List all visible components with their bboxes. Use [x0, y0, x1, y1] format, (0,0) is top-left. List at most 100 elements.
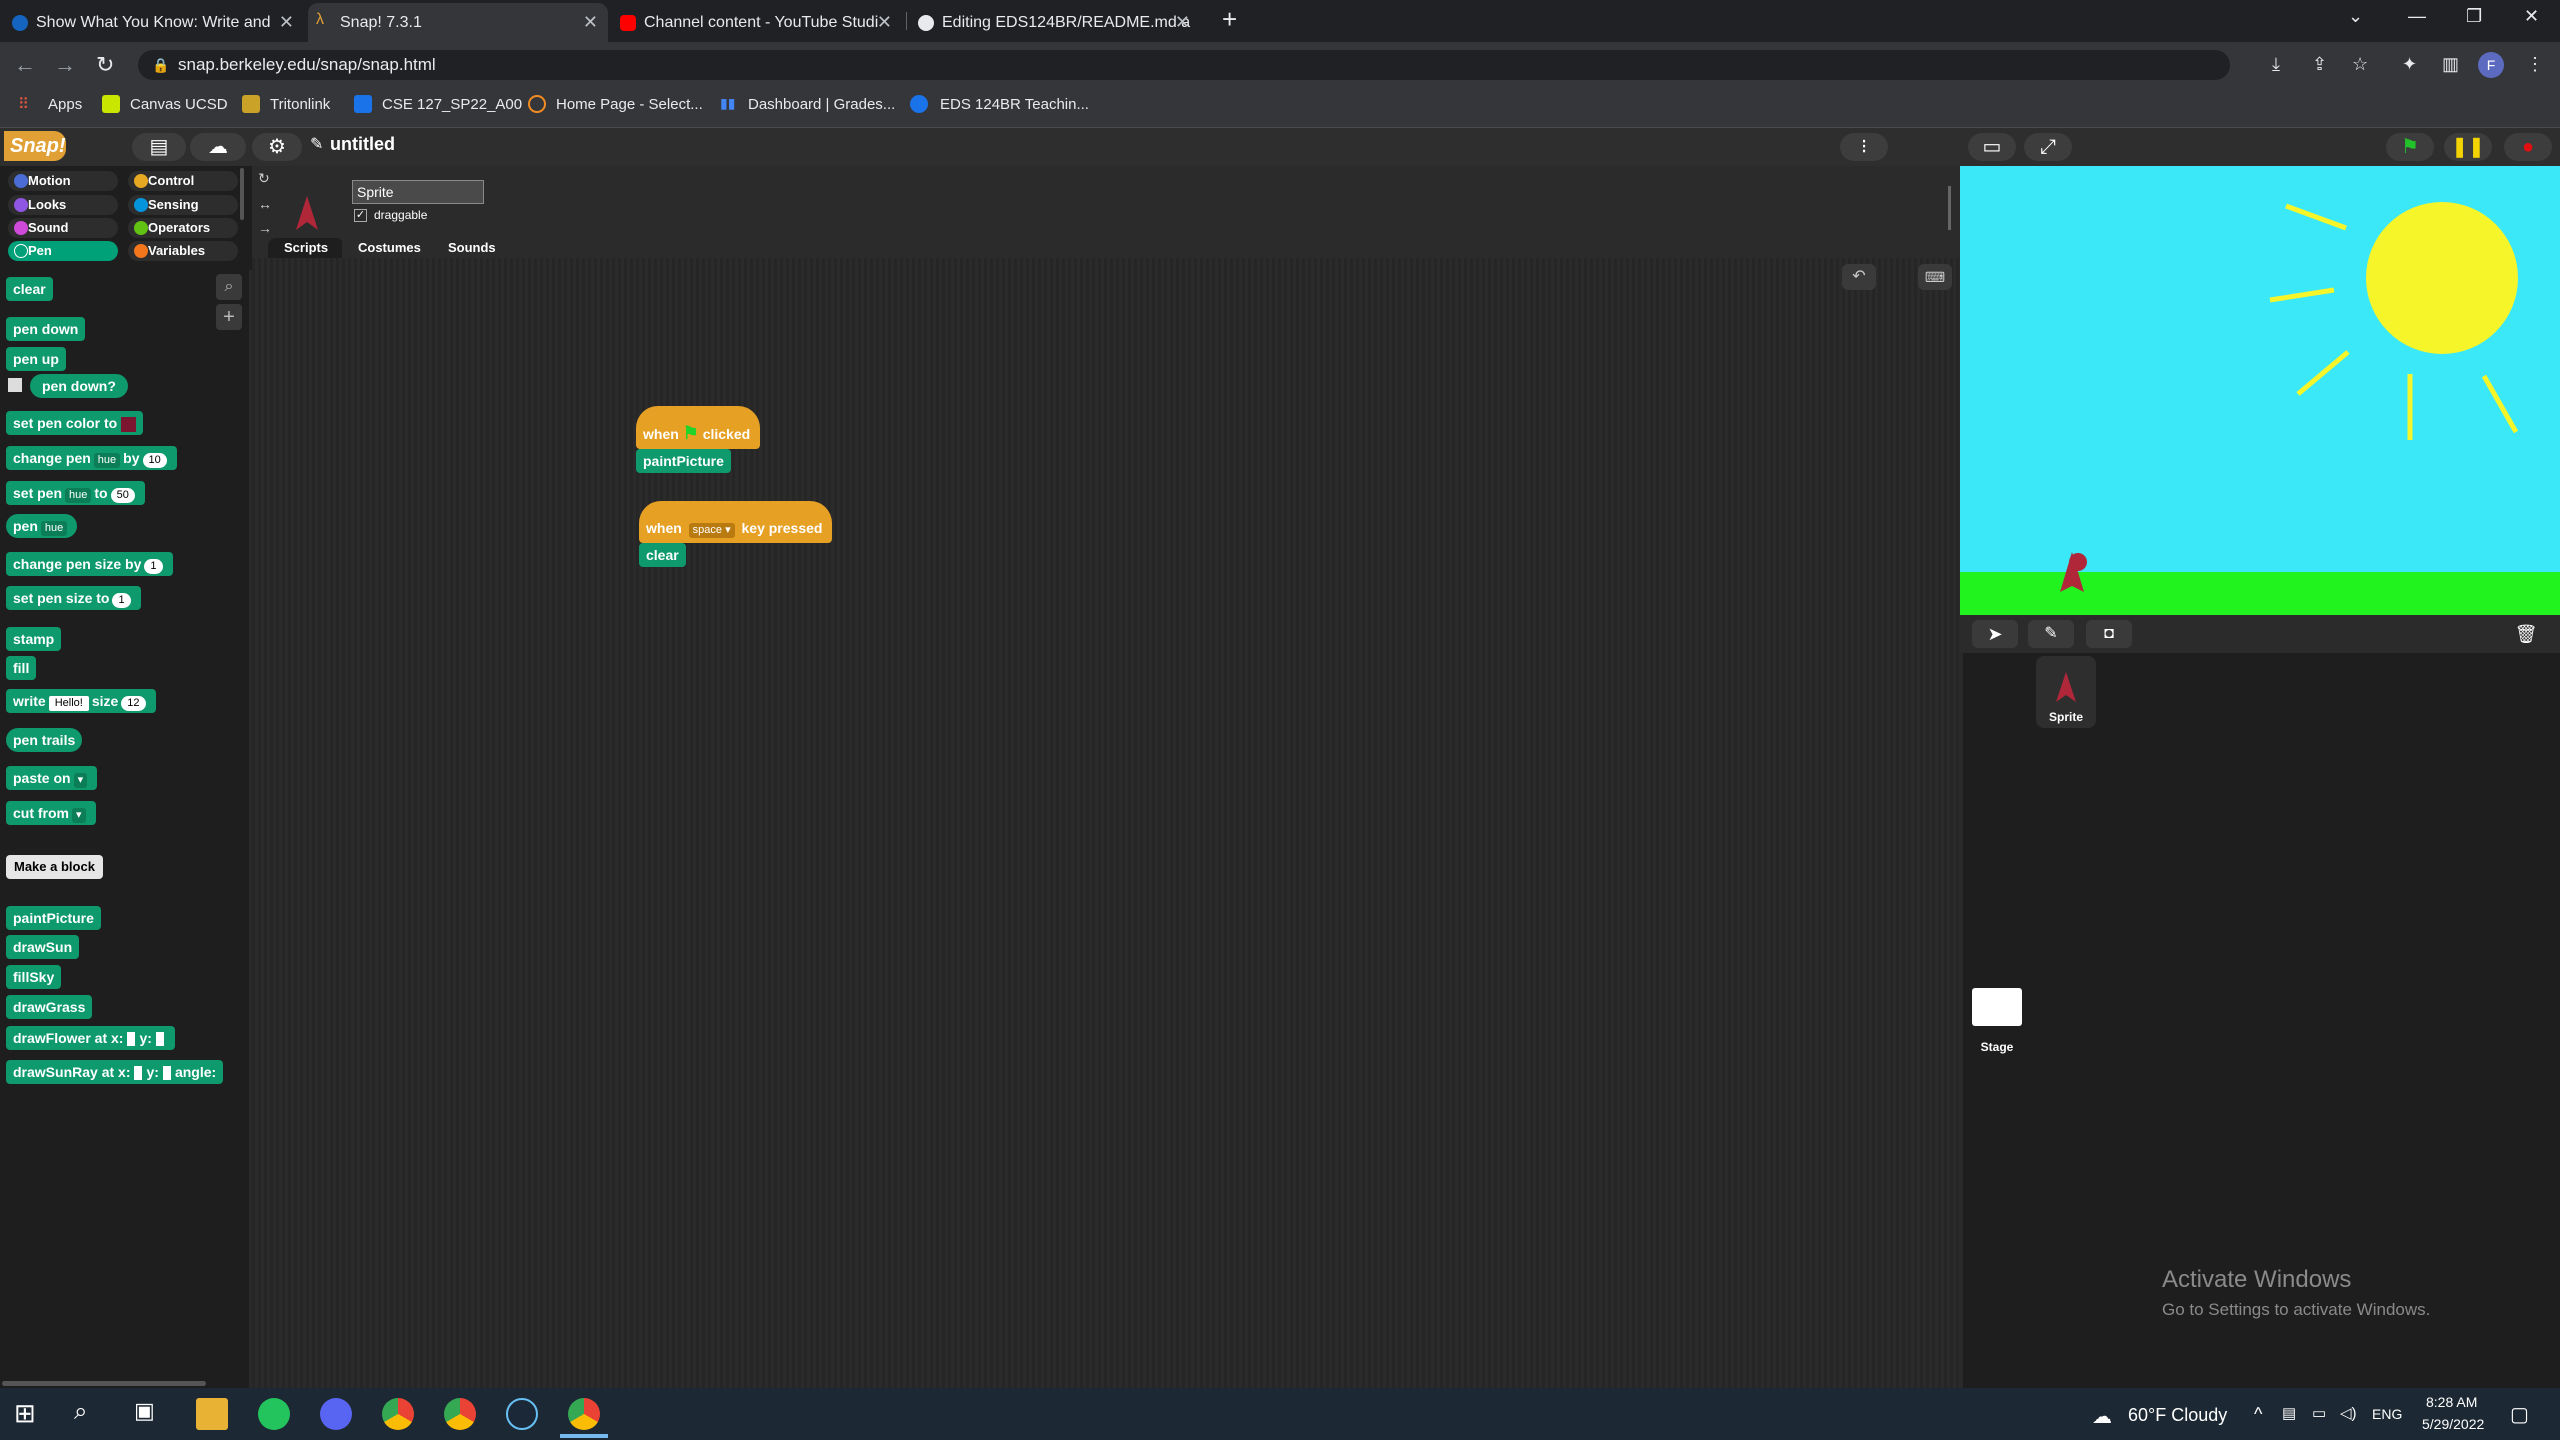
block-clear-script[interactable]: clear — [639, 543, 686, 567]
keyboard-entry-icon[interactable]: ⌨ — [1918, 264, 1952, 290]
notifications-icon[interactable]: ▢ — [2510, 1402, 2529, 1427]
settings-gear-icon[interactable]: ⚙ — [252, 133, 302, 161]
cloud-menu-icon[interactable]: ☁ — [190, 133, 246, 161]
palette-search-icon[interactable]: ⌕ — [216, 274, 242, 300]
category-pen[interactable]: Pen — [8, 241, 118, 261]
tab-scripts[interactable]: Scripts — [268, 238, 345, 258]
bookmark-eds124br[interactable]: EDS 124BR Teachin... — [940, 96, 1089, 113]
category-operators[interactable]: Operators — [128, 218, 238, 238]
when-green-flag-clicked-hat[interactable]: when ⚑ clicked — [636, 406, 761, 449]
search-icon[interactable]: ⌕ — [74, 1398, 106, 1430]
block-stamp[interactable]: stamp — [6, 627, 62, 651]
camera-icon[interactable]: ◘ — [2086, 620, 2132, 648]
network-icon[interactable]: ▤ — [2282, 1404, 2296, 1422]
block-fillsky[interactable]: fillSky — [6, 965, 62, 989]
rotation-none-icon[interactable]: → — [258, 220, 272, 236]
block-drawsun[interactable]: drawSun — [6, 935, 80, 959]
bookmark-canvas-ucsd[interactable]: Canvas UCSD — [130, 96, 228, 113]
close-tab-icon[interactable]: ✕ — [877, 12, 892, 33]
chrome-menu-icon[interactable]: ⋮ — [2526, 54, 2544, 75]
input-slot[interactable] — [127, 1032, 136, 1047]
install-icon[interactable]: ⤓ — [2272, 54, 2280, 75]
discord-icon[interactable] — [320, 1398, 352, 1430]
rotation-any-icon[interactable]: ↻ — [258, 170, 270, 187]
bookmark-tritonlink[interactable]: Tritonlink — [270, 96, 330, 113]
block-fill[interactable]: fill — [6, 656, 37, 680]
forward-icon[interactable]: → — [54, 52, 76, 78]
close-tab-icon[interactable]: ✕ — [279, 12, 294, 33]
new-tab-button[interactable]: + — [1222, 4, 1237, 35]
hue-dropdown[interactable]: hue — [93, 453, 121, 468]
clock-date[interactable]: 5/29/2022 — [2422, 1416, 2484, 1432]
minimize-icon[interactable]: — — [2408, 6, 2426, 27]
color-swatch[interactable] — [121, 416, 137, 432]
wechat-icon[interactable] — [258, 1398, 290, 1430]
palette-add-icon[interactable]: + — [216, 304, 242, 330]
task-view-icon[interactable]: ▣ — [134, 1398, 166, 1430]
number-slot[interactable]: 1 — [112, 593, 131, 608]
language-indicator[interactable]: ENG — [2372, 1406, 2402, 1422]
block-drawsunray[interactable]: drawSunRay at x: y: angle: — [6, 1060, 224, 1084]
watcher-checkbox[interactable] — [8, 378, 22, 392]
input-slot[interactable] — [155, 1032, 164, 1047]
trash-icon[interactable]: 🗑 — [2506, 620, 2546, 648]
block-pen-hue-reporter[interactable]: pen hue — [6, 514, 78, 538]
tab-github-editing[interactable]: Editing EDS124BR/README.md a ✕ — [910, 3, 1200, 42]
volume-icon[interactable]: ◁) — [2340, 1404, 2357, 1422]
hue-dropdown[interactable]: hue — [40, 521, 68, 536]
number-slot[interactable]: 12 — [121, 696, 146, 711]
chrome-icon[interactable] — [382, 1398, 414, 1430]
block-set-pen-hue[interactable]: set pen hue to 50 — [6, 481, 145, 505]
snap-logo[interactable]: Snap! — [4, 131, 66, 161]
pause-button[interactable]: ❚❚ — [2444, 133, 2492, 161]
block-write[interactable]: write Hello! size 12 — [6, 689, 156, 713]
profile-avatar[interactable]: F — [2478, 52, 2504, 78]
block-cut-from[interactable]: cut from ▾ — [6, 801, 96, 825]
block-drawflower[interactable]: drawFlower at x: y: — [6, 1026, 175, 1050]
sprite-name-field[interactable]: Sprite — [352, 180, 484, 204]
bookmark-dashboard-grades[interactable]: Dashboard | Grades... — [748, 96, 895, 113]
weather-text[interactable]: 60°F Cloudy — [2128, 1405, 2227, 1426]
display-icon[interactable]: ▭ — [2312, 1404, 2326, 1422]
make-a-block-button[interactable]: Make a block — [6, 855, 103, 879]
block-pen-down[interactable]: pen down — [6, 317, 86, 341]
block-pen-trails[interactable]: pen trails — [6, 728, 83, 752]
category-motion[interactable]: Motion — [8, 171, 118, 191]
category-looks[interactable]: Looks — [8, 195, 118, 215]
fullscreen-icon[interactable]: ⤢ — [2024, 133, 2072, 161]
block-drawgrass[interactable]: drawGrass — [6, 995, 93, 1019]
block-change-pen-hue[interactable]: change pen hue by 10 — [6, 446, 177, 470]
number-slot[interactable]: 50 — [110, 488, 135, 503]
bookmark-cse127[interactable]: CSE 127_SP22_A00 — [382, 96, 522, 113]
side-panel-icon[interactable]: ▥ — [2442, 54, 2459, 75]
stage[interactable] — [1960, 166, 2560, 615]
sprite-dropdown[interactable]: ▾ — [73, 773, 88, 788]
tab-snap[interactable]: λ Snap! 7.3.1 ✕ — [308, 3, 608, 42]
input-slot[interactable] — [162, 1066, 171, 1081]
sprite-corral-item[interactable]: Sprite — [2036, 656, 2096, 728]
rotation-leftright-icon[interactable]: ↔ — [258, 196, 272, 212]
steam-icon[interactable] — [506, 1398, 538, 1430]
scripts-area[interactable] — [252, 258, 1960, 1388]
tab-show-what-you-know[interactable]: Show What You Know: Write and ✕ — [4, 3, 304, 42]
category-variables[interactable]: Variables — [128, 241, 238, 261]
category-sound[interactable]: Sound — [8, 218, 118, 238]
block-paintpicture[interactable]: paintPicture — [6, 906, 101, 930]
close-tab-icon[interactable]: ✕ — [583, 12, 598, 33]
number-slot[interactable]: 10 — [142, 453, 167, 468]
tab-costumes[interactable]: Costumes — [342, 238, 437, 258]
file-menu-icon[interactable]: ▤ — [132, 133, 186, 161]
tab-search-icon[interactable]: ⌄ — [2348, 6, 2363, 27]
extensions-icon[interactable]: ✦ — [2402, 54, 2417, 75]
block-set-pen-color[interactable]: set pen color to — [6, 411, 144, 435]
undo-icon[interactable]: ↶ — [1842, 264, 1876, 290]
chrome-profile-icon[interactable] — [444, 1398, 476, 1430]
tray-chevron-icon[interactable]: ^ — [2254, 1404, 2262, 1425]
bookmark-apps[interactable]: Apps — [48, 96, 82, 113]
block-pen-up[interactable]: pen up — [6, 347, 66, 371]
stage-size-toggle-icon[interactable]: ▭ — [1968, 133, 2016, 161]
block-pen-down-predicate[interactable]: pen down? — [30, 374, 128, 398]
bookmark-star-icon[interactable]: ☆ — [2352, 54, 2368, 75]
green-flag-button[interactable]: ⚑ — [2386, 133, 2434, 161]
windows-start-icon[interactable]: ⊞ — [14, 1398, 46, 1430]
